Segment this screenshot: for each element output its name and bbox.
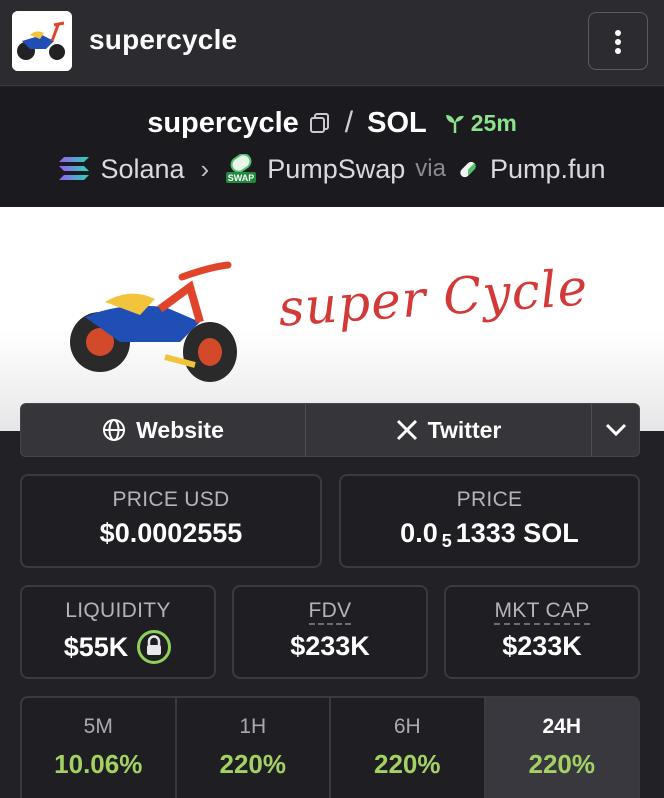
chain-name[interactable]: Solana: [100, 154, 184, 185]
solana-icon: [59, 157, 90, 180]
website-label: Website: [136, 416, 224, 443]
twitter-label: Twitter: [427, 416, 502, 443]
fdv-value: $233K: [290, 631, 370, 662]
tab-change-value: 220%: [219, 749, 287, 779]
lock-icon[interactable]: [136, 629, 172, 665]
menu-dot-icon: [615, 48, 621, 54]
pair-age: 25m: [443, 110, 517, 137]
liquidity-card: LIQUIDITY $55K: [20, 585, 216, 679]
copy-icon[interactable]: [309, 112, 331, 134]
x-logo-icon: [396, 419, 417, 441]
price-usd-card: PRICE USD $0.0002555: [20, 474, 322, 568]
price-native-tail: 1333 SOL: [455, 518, 579, 548]
tricycle-icon: [12, 11, 72, 71]
sprout-icon: [445, 115, 464, 133]
fdv-card: FDV $233K: [232, 585, 428, 679]
liquidity-label: LIQUIDITY: [65, 599, 171, 622]
fdv-label[interactable]: FDV: [308, 599, 352, 626]
more-menu-button[interactable]: [588, 12, 648, 70]
pair-row: supercycle / SOL 25m: [0, 105, 664, 141]
tricycle-image: [70, 261, 237, 382]
pair-age-value: 25m: [470, 109, 517, 136]
mkt-cap-card: MKT CAP $233K: [444, 585, 640, 679]
pair-quote-name: SOL: [367, 106, 427, 139]
tab-label: 1H: [239, 715, 267, 738]
tab-change-value: 220%: [528, 749, 596, 779]
timeframe-tabs: 5M 10.06% 1H 220% 6H 220% 24H 220%: [20, 696, 640, 798]
token-avatar: [12, 11, 72, 71]
menu-dot-icon: [615, 30, 621, 36]
banner-title: super Cycle: [276, 258, 590, 338]
tab-change-value: 10.06%: [54, 749, 143, 779]
tab-label: 24H: [542, 715, 582, 738]
svg-text:SWAP: SWAP: [228, 173, 255, 183]
pair-info-bar: supercycle / SOL 25m Solana › SWAP PumpS…: [0, 87, 664, 207]
social-links-bar: Website Twitter: [20, 403, 640, 457]
liquidity-value: $55K: [63, 631, 129, 662]
mkt-cap-value: $233K: [502, 631, 582, 662]
price-usd-value: $0.0002555: [99, 518, 243, 548]
price-native-card: PRICE 0.0 5 1333 SOL: [339, 474, 640, 568]
pill-icon: [460, 161, 476, 178]
via-label: via: [415, 155, 446, 182]
price-native-value: 0.0 5 1333 SOL: [341, 518, 638, 551]
chevron-right-icon: ›: [200, 153, 210, 184]
tab-label: 5M: [83, 715, 113, 738]
price-usd-label: PRICE USD: [112, 488, 230, 511]
pair-separator: /: [344, 106, 354, 139]
price-native-label: PRICE: [456, 488, 523, 511]
globe-icon: [103, 419, 126, 441]
tab-change-value: 220%: [374, 749, 441, 779]
launchpad-name[interactable]: Pump.fun: [490, 154, 606, 185]
token-title: supercycle: [89, 24, 238, 55]
tab-5m[interactable]: 5M 10.06%: [22, 698, 177, 798]
tab-6h[interactable]: 6H 220%: [331, 698, 486, 798]
dex-name[interactable]: PumpSwap: [267, 154, 405, 185]
pumpswap-icon: SWAP: [225, 153, 257, 184]
website-button[interactable]: Website: [21, 404, 306, 456]
tab-1h[interactable]: 1H 220%: [177, 698, 331, 798]
price-native-zeros: 5: [441, 531, 452, 551]
twitter-button[interactable]: Twitter: [306, 404, 592, 456]
pair-base-name: supercycle: [147, 106, 299, 139]
tab-label: 6H: [393, 715, 421, 738]
tab-24h[interactable]: 24H 220%: [485, 698, 638, 798]
token-banner: super Cycle: [0, 207, 664, 431]
more-links-button[interactable]: [592, 404, 639, 456]
top-header: supercycle: [0, 0, 664, 86]
liquidity-value-row: $55K: [22, 629, 214, 665]
price-native-lead: 0.0: [400, 518, 438, 548]
menu-dot-icon: [615, 39, 621, 45]
route-row: Solana › SWAP PumpSwap via Pump.fun: [0, 151, 664, 187]
mkt-cap-label[interactable]: MKT CAP: [494, 599, 590, 626]
chevron-down-icon: [605, 423, 626, 437]
